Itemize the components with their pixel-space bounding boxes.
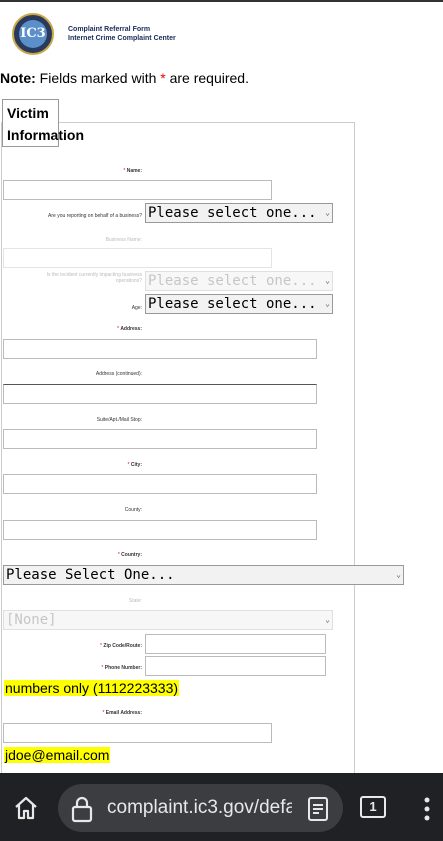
incident-question-label: Is the incident currently impacting busi… xyxy=(46,272,142,284)
header-subtitle: Internet Crime Complaint Center xyxy=(68,35,176,42)
victim-fieldset xyxy=(1,122,355,803)
address-input[interactable] xyxy=(3,339,317,359)
business-select[interactable]: Please select one... ⌄ xyxy=(145,203,333,223)
phone-label: * Phone Number: xyxy=(101,665,142,671)
phone-input[interactable] xyxy=(145,656,326,676)
tab-switcher-button[interactable]: 1 xyxy=(360,796,386,818)
city-label: * City: xyxy=(127,462,142,468)
phone-hint: numbers only (1112223333) xyxy=(4,680,180,696)
incident-select[interactable]: Please select one... ⌄ xyxy=(145,271,333,291)
county-label: County: xyxy=(124,507,142,513)
suite-label: Suite/Apt./Mail Stop: xyxy=(96,417,142,423)
header-title: Complaint Referral Form xyxy=(68,26,151,33)
country-select[interactable]: Please Select One... ⌄ xyxy=(3,565,404,585)
age-select[interactable]: Please select one... ⌄ xyxy=(145,294,333,314)
reader-mode-icon[interactable] xyxy=(306,796,330,827)
county-input[interactable] xyxy=(3,520,317,540)
name-label: * Name: xyxy=(123,168,142,174)
email-input[interactable] xyxy=(3,723,272,743)
zip-label: * Zip Code/Route: xyxy=(100,643,142,649)
address2-input[interactable] xyxy=(3,384,317,404)
section-legend: Victim Information xyxy=(2,99,84,147)
address-label: * Address: xyxy=(116,326,142,332)
state-label: State: xyxy=(128,598,142,604)
address2-label: Address (continued): xyxy=(95,371,142,377)
required-note: Note: Fields marked with * are required. xyxy=(0,70,249,86)
lock-icon[interactable] xyxy=(70,795,94,828)
state-select[interactable]: [None] ⌄ xyxy=(3,610,333,630)
city-input[interactable] xyxy=(3,474,317,494)
suite-input[interactable] xyxy=(3,429,317,449)
business-name-input[interactable] xyxy=(3,248,272,268)
top-border xyxy=(0,0,443,2)
email-label: * Email Address: xyxy=(102,710,142,716)
business-name-label: Business Name: xyxy=(105,237,142,243)
email-hint: jdoe@email.com xyxy=(4,747,111,763)
business-question-label: Are you reporting on behalf of a busines… xyxy=(48,213,142,219)
country-label: * Country: xyxy=(117,552,142,558)
age-label: Age: xyxy=(131,305,142,311)
url-text[interactable]: complaint.ic3.gov/default xyxy=(107,797,292,819)
ic3-seal-logo: IC3 xyxy=(12,13,54,55)
zip-input[interactable] xyxy=(145,634,326,654)
more-menu-icon[interactable] xyxy=(420,796,434,827)
tab-count: 1 xyxy=(369,799,377,814)
home-icon[interactable] xyxy=(12,794,40,827)
name-input[interactable] xyxy=(3,180,272,200)
